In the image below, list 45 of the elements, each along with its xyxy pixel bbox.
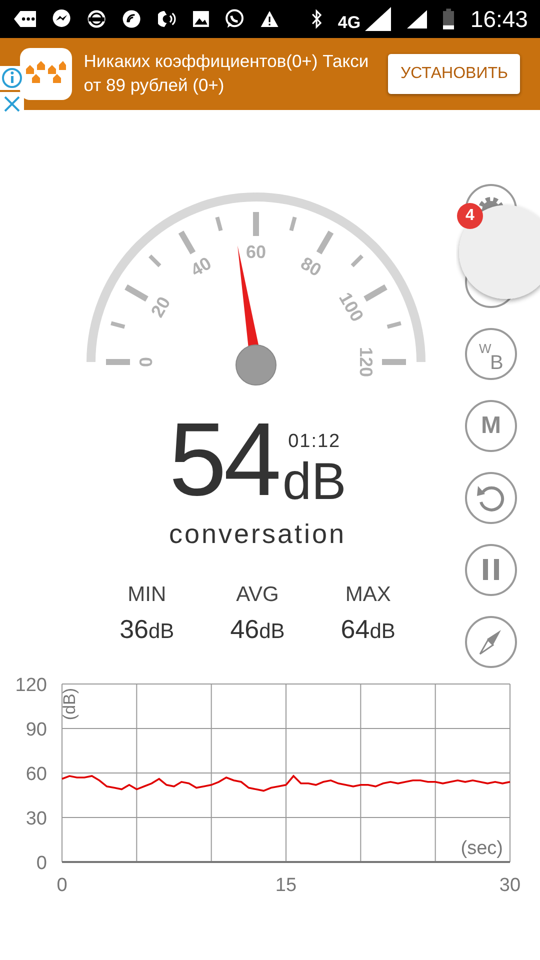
y-tick-label: 0: [36, 853, 47, 874]
decibel-reading: 54: [168, 408, 279, 512]
stat-label: MIN: [128, 582, 166, 608]
notification-badge: 4: [457, 203, 483, 229]
y-axis-label: (dB): [60, 688, 79, 720]
pause-icon: [483, 559, 499, 580]
pause-button[interactable]: [465, 544, 517, 596]
install-button[interactable]: УСТАНОВИТЬ: [388, 54, 520, 94]
noise-description: conversation: [168, 518, 346, 551]
reset-button[interactable]: [465, 472, 517, 524]
y-tick-label: 120: [15, 675, 47, 696]
unit-label: dB: [282, 456, 346, 508]
y-tick-label: 90: [26, 720, 47, 740]
scale-label: 120: [356, 346, 376, 378]
stat-label: AVG: [236, 582, 279, 608]
x-tick-label: 0: [56, 875, 68, 896]
scale-label: 80: [296, 253, 324, 280]
scale-label: 40: [186, 253, 214, 280]
elapsed-time: 01:12: [288, 430, 341, 454]
signal-icon: [364, 7, 391, 31]
weighting-button[interactable]: W B: [465, 328, 517, 380]
stat-value: 36dB: [120, 613, 174, 646]
image-icon: [192, 9, 209, 29]
info-icon: [0, 66, 24, 90]
scale-label: 100: [334, 289, 367, 325]
battery-icon: [443, 6, 454, 32]
scale-label: 0: [136, 357, 156, 367]
x-axis-label: (sec): [460, 838, 503, 859]
y-tick-label: 60: [26, 764, 47, 785]
scale-label: 60: [245, 242, 266, 262]
x-tick-label: 30: [499, 875, 521, 896]
stat-value: 46dB: [230, 613, 285, 646]
x-tick-label: 15: [275, 875, 297, 896]
scale-label: 20: [146, 293, 174, 321]
ad-text: Никаких коэффициентов(0+) Такси от 89 рублей (0+): [84, 50, 370, 97]
reset-icon: [480, 486, 504, 512]
clock-time: 16:43: [470, 4, 528, 34]
y-tick-label: 30: [26, 808, 47, 830]
stat-value: 64dB: [340, 613, 396, 646]
compass-button[interactable]: [465, 616, 517, 668]
text-button[interactable]: M: [465, 400, 517, 452]
bluetooth-icon: [310, 7, 322, 31]
stat-label: MAX: [345, 582, 391, 608]
network-type: 4G: [338, 14, 361, 31]
compass-icon: [479, 630, 501, 655]
